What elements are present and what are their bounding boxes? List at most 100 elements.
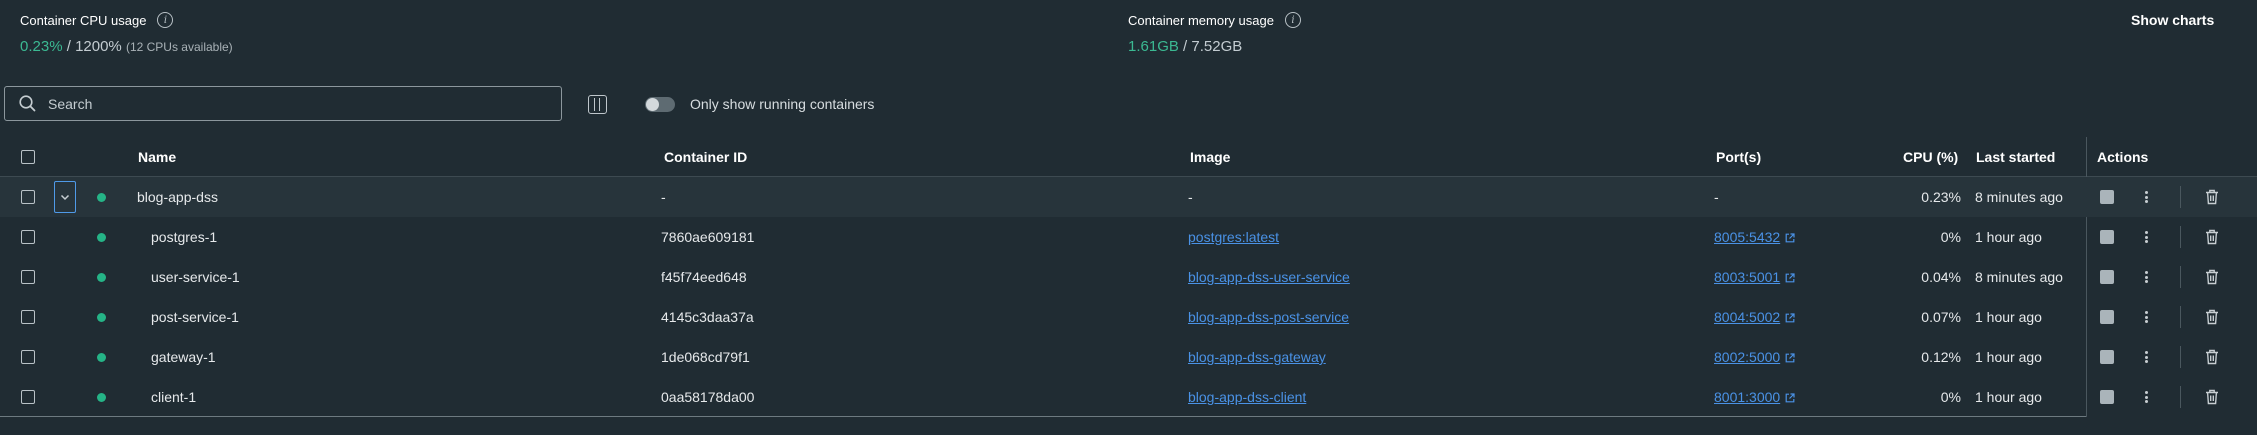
kebab-menu-icon[interactable]	[2143, 269, 2149, 285]
container-id: 4145c3daa37a	[661, 309, 754, 325]
row-checkbox[interactable]	[21, 350, 35, 364]
search-input[interactable]	[48, 95, 528, 112]
header-actions: Actions	[2097, 149, 2149, 165]
header-last-started[interactable]: Last started	[1976, 137, 2055, 177]
header-container-id[interactable]: Container ID	[664, 137, 747, 177]
memory-total: 7.52GB	[1191, 38, 1243, 55]
trash-icon[interactable]	[2205, 229, 2219, 245]
external-link-icon[interactable]	[1785, 313, 1795, 323]
status-running-dot	[97, 393, 106, 402]
row-checkbox[interactable]	[21, 270, 35, 284]
cpu-used: 0.23%	[20, 38, 63, 55]
stop-icon[interactable]	[2100, 230, 2114, 244]
table-row[interactable]: gateway-1 1de068cd79f1 blog-app-dss-gatewa…	[0, 337, 2257, 377]
external-link-icon[interactable]	[1785, 273, 1795, 283]
kebab-menu-icon[interactable]	[2143, 309, 2149, 325]
status-running-dot	[97, 193, 106, 202]
table-header: Name Container ID Image Port(s) CPU (%) …	[0, 137, 2257, 177]
trash-icon[interactable]	[2205, 189, 2219, 205]
external-link-icon[interactable]	[1785, 353, 1795, 363]
container-cpu: 0%	[1940, 389, 1961, 405]
status-running-dot	[97, 353, 106, 362]
cpu-usage-label: Container CPU usage	[20, 12, 147, 28]
row-checkbox[interactable]	[21, 310, 35, 324]
group-ports: -	[1714, 189, 1719, 205]
columns-icon[interactable]	[588, 95, 607, 114]
container-last-started: 8 minutes ago	[1975, 269, 2063, 285]
container-id: 0aa58178da00	[661, 389, 755, 405]
table-row[interactable]: client-1 0aa58178da00 blog-app-dss-client 8…	[0, 377, 2257, 417]
container-last-started: 1 hour ago	[1975, 229, 2042, 245]
container-cpu: 0%	[1940, 229, 1961, 245]
row-checkbox[interactable]	[21, 190, 35, 204]
running-only-toggle[interactable]	[645, 97, 675, 112]
trash-icon[interactable]	[2205, 389, 2219, 405]
row-checkbox[interactable]	[21, 390, 35, 404]
trash-icon[interactable]	[2205, 349, 2219, 365]
container-cpu: 0.04%	[1921, 269, 1961, 285]
container-name[interactable]: post-service-1	[151, 297, 239, 337]
stop-icon[interactable]	[2100, 350, 2114, 364]
kebab-menu-icon[interactable]	[2143, 189, 2149, 205]
info-icon[interactable]: i	[1284, 12, 1301, 28]
container-last-started: 1 hour ago	[1975, 349, 2042, 365]
group-image: -	[1188, 189, 1193, 205]
status-running-dot	[97, 313, 106, 322]
show-charts-button[interactable]: Show charts	[2131, 12, 2214, 28]
trash-icon[interactable]	[2205, 269, 2219, 285]
image-link[interactable]: blog-app-dss-client	[1188, 389, 1306, 405]
container-id: f45f74eed648	[661, 269, 747, 285]
stop-icon[interactable]	[2100, 310, 2114, 324]
port-link[interactable]: 8002:5000	[1714, 349, 1780, 365]
header-image[interactable]: Image	[1190, 137, 1230, 177]
kebab-menu-icon[interactable]	[2143, 229, 2149, 245]
table-row-group[interactable]: blog-app-dss - - - 0.23% 8 minutes ago	[0, 177, 2257, 217]
select-all-checkbox[interactable]	[21, 150, 35, 164]
image-link[interactable]: blog-app-dss-user-service	[1188, 269, 1350, 285]
search-icon	[19, 95, 36, 112]
port-link[interactable]: 8003:5001	[1714, 269, 1780, 285]
memory-usage-value: 1.61GB / 7.52GB	[1128, 38, 1243, 55]
container-cpu: 0.12%	[1921, 349, 1961, 365]
trash-icon[interactable]	[2205, 309, 2219, 325]
info-icon[interactable]: i	[157, 12, 174, 28]
kebab-menu-icon[interactable]	[2143, 389, 2149, 405]
image-link[interactable]: postgres:latest	[1188, 229, 1279, 245]
container-last-started: 1 hour ago	[1975, 389, 2042, 405]
expand-toggle[interactable]	[54, 181, 76, 213]
stop-icon[interactable]	[2100, 390, 2114, 404]
stop-icon[interactable]	[2100, 190, 2114, 204]
image-link[interactable]: blog-app-dss-post-service	[1188, 309, 1349, 325]
table-row[interactable]: user-service-1 f45f74eed648 blog-app-dss-u…	[0, 257, 2257, 297]
kebab-menu-icon[interactable]	[2143, 349, 2149, 365]
table-row[interactable]: postgres-1 7860ae609181 postgres:latest 800…	[0, 217, 2257, 257]
container-name[interactable]: client-1	[151, 377, 196, 417]
status-running-dot	[97, 233, 106, 242]
external-link-icon[interactable]	[1785, 393, 1795, 403]
port-link[interactable]: 8004:5002	[1714, 309, 1780, 325]
container-cpu: 0.07%	[1921, 309, 1961, 325]
container-name[interactable]: gateway-1	[151, 337, 216, 377]
stop-icon[interactable]	[2100, 270, 2114, 284]
header-cpu[interactable]: CPU (%)	[1903, 137, 1958, 177]
chevron-down-icon	[60, 194, 70, 200]
container-last-started: 1 hour ago	[1975, 309, 2042, 325]
row-checkbox[interactable]	[21, 230, 35, 244]
header-name[interactable]: Name	[138, 137, 176, 177]
container-id: 7860ae609181	[661, 229, 755, 245]
search-box[interactable]	[4, 86, 562, 121]
group-container-id: -	[661, 189, 666, 205]
external-link-icon[interactable]	[1785, 233, 1795, 243]
table-row[interactable]: post-service-1 4145c3daa37a blog-app-dss-p…	[0, 297, 2257, 337]
port-link[interactable]: 8005:5432	[1714, 229, 1780, 245]
container-name[interactable]: postgres-1	[151, 217, 217, 257]
port-link[interactable]: 8001:3000	[1714, 389, 1780, 405]
cpu-total: 1200%	[75, 38, 122, 55]
container-name[interactable]: user-service-1	[151, 257, 240, 297]
cpu-count-note: (12 CPUs available)	[125, 40, 233, 54]
cpu-usage-value: 0.23% / 1200% (12 CPUs available)	[20, 38, 233, 55]
group-name[interactable]: blog-app-dss	[137, 177, 218, 217]
image-link[interactable]: blog-app-dss-gateway	[1188, 349, 1326, 365]
header-ports[interactable]: Port(s)	[1716, 137, 1761, 177]
status-running-dot	[97, 273, 106, 282]
